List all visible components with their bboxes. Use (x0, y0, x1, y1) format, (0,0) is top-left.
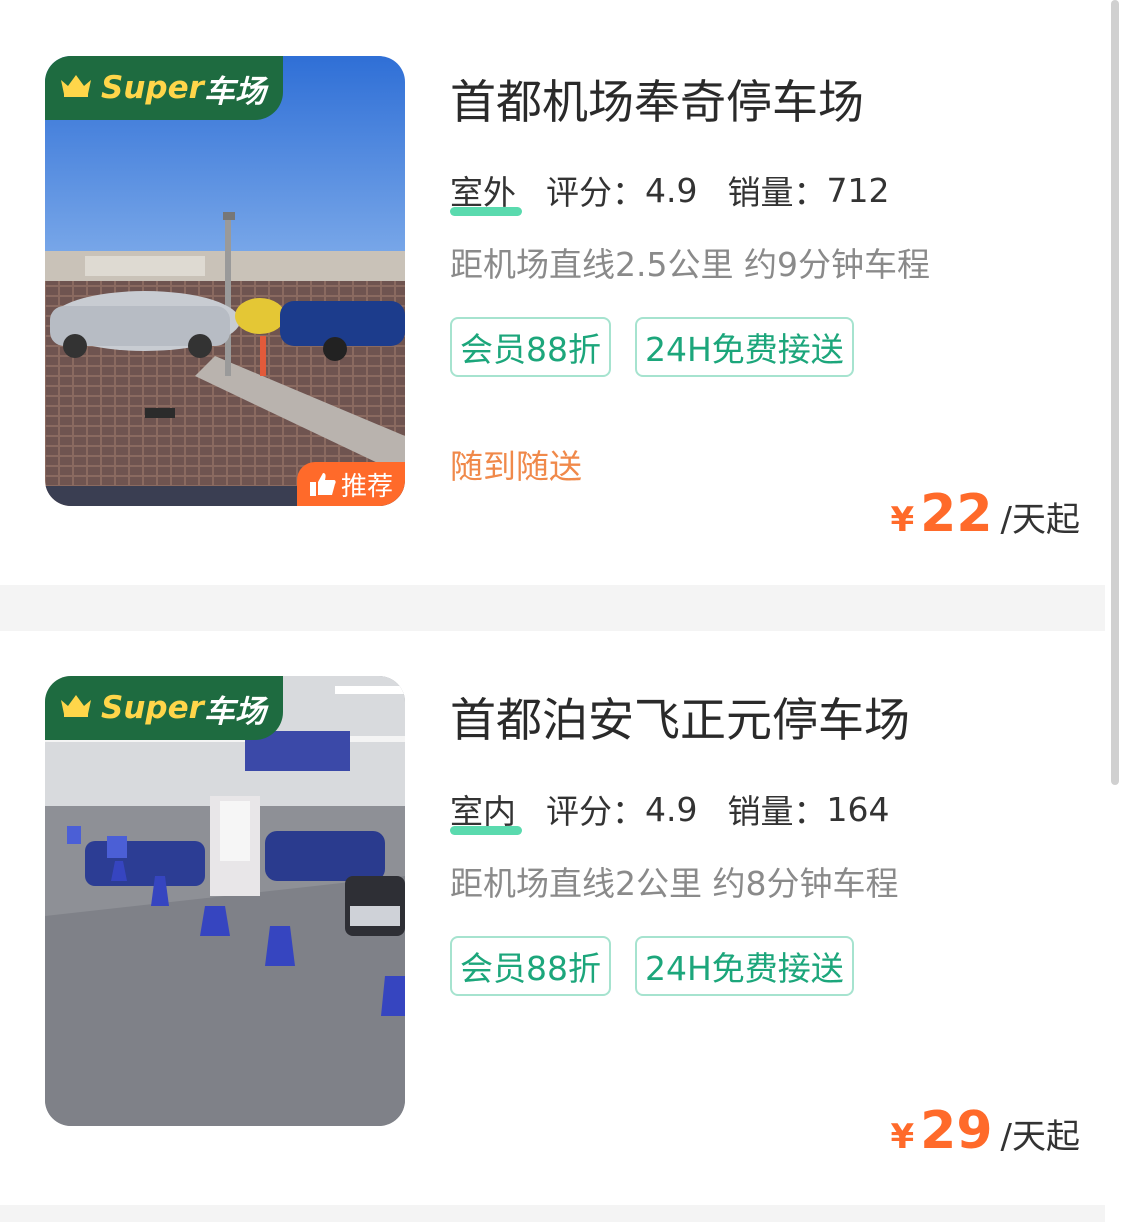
recommend-label: 推荐 (340, 471, 393, 502)
parking-title[interactable]: 首都机场奉奇停车场 (450, 66, 864, 132)
scrollbar-thumb[interactable] (1111, 0, 1119, 785)
recommend-badge: 推荐 (297, 462, 405, 506)
sales-value: 164 (826, 789, 890, 829)
parking-meta: 室外 评分： 4.9 销量： 712 (450, 166, 890, 216)
price-unit: /天起 (1000, 1117, 1080, 1157)
price-unit: /天起 (1000, 500, 1080, 540)
crown-icon (59, 690, 93, 726)
super-word: Super (101, 690, 204, 726)
parking-photo-outdoor[interactable]: Super 车场 推荐 (45, 56, 405, 506)
distance-text: 距机场直线2.5公里 约9分钟车程 (450, 245, 930, 284)
indoor-lot-image (45, 676, 405, 1126)
super-word: Super (101, 70, 204, 106)
outdoor-lot-image (45, 56, 405, 506)
thumbs-up-icon (309, 473, 336, 496)
sales-value: 712 (826, 170, 890, 210)
location-type: 室内 (450, 785, 522, 835)
distance-text: 距机场直线2公里 约8分钟车程 (450, 864, 899, 903)
tag-free-shuttle: 24H免费接送 (635, 317, 854, 377)
super-lot-badge: Super 车场 (45, 676, 283, 740)
currency-symbol: ¥ (890, 500, 915, 540)
rating-value: 4.9 (645, 789, 698, 829)
parking-photo-indoor[interactable]: Super 车场 (45, 676, 405, 1126)
super-suffix: 车场 (203, 693, 266, 730)
super-suffix: 车场 (203, 73, 266, 110)
parking-card[interactable]: Super 车场 首都泊安飞正元停车场 室内 评分： 4.9 销量： 164 距… (0, 631, 1110, 1205)
crown-icon (59, 70, 93, 106)
currency-symbol: ¥ (890, 1117, 915, 1157)
sales-label: 销量： (727, 792, 827, 831)
price: ¥ 22 /天起 (890, 484, 1080, 544)
parking-card[interactable]: Super 车场 推荐 首都机场奉奇停车场 室外 评分： 4.9 销量： 712… (0, 0, 1110, 585)
tag-free-shuttle: 24H免费接送 (635, 936, 854, 996)
location-type: 室外 (450, 166, 522, 216)
parking-title[interactable]: 首都泊安飞正元停车场 (450, 684, 910, 750)
sales-label: 销量： (727, 173, 827, 212)
price: ¥ 29 /天起 (890, 1101, 1080, 1161)
tag-member-discount: 会员88折 (450, 317, 611, 377)
rating-value: 4.9 (645, 170, 698, 210)
rating-label: 评分： (546, 173, 645, 212)
tag-list: 会员88折 24H免费接送 (450, 317, 878, 377)
super-lot-badge: Super 车场 (45, 56, 283, 120)
price-amount: 22 (920, 484, 993, 544)
rating-label: 评分： (546, 792, 645, 831)
tag-list: 会员88折 24H免费接送 (450, 936, 878, 996)
service-note: 随到随送 (450, 447, 582, 486)
parking-meta: 室内 评分： 4.9 销量： 164 (450, 785, 890, 835)
tag-member-discount: 会员88折 (450, 936, 611, 996)
price-amount: 29 (920, 1101, 993, 1161)
